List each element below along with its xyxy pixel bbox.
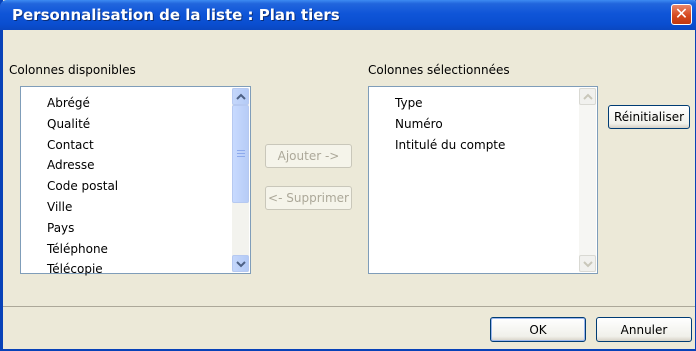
chevron-down-icon: [236, 261, 246, 268]
scroll-down-button[interactable]: [232, 255, 249, 272]
cancel-button[interactable]: Annuler: [596, 317, 692, 342]
scroll-down-button[interactable]: [579, 255, 596, 272]
list-item[interactable]: Numéro: [395, 114, 505, 135]
add-column-button[interactable]: Ajouter ->: [265, 144, 352, 168]
title-bar[interactable]: Personnalisation de la liste : Plan tier…: [0, 0, 696, 30]
selected-columns-label: Colonnes sélectionnées: [368, 63, 510, 77]
footer-divider: [3, 306, 695, 307]
available-scrollbar[interactable]: [232, 88, 249, 272]
remove-column-button[interactable]: <- Supprimer: [265, 186, 352, 210]
chevron-down-icon: [583, 261, 593, 268]
list-item[interactable]: Abrégé: [47, 93, 118, 114]
list-item[interactable]: Code postal: [47, 176, 118, 197]
list-item[interactable]: Contact: [47, 135, 118, 156]
close-icon: ✕: [674, 4, 689, 23]
chevron-up-icon: [236, 93, 246, 100]
selected-scrollbar[interactable]: [579, 88, 596, 272]
list-item[interactable]: Type: [395, 93, 505, 114]
window-title: Personnalisation de la liste : Plan tier…: [12, 6, 340, 24]
list-item[interactable]: Pays: [47, 218, 118, 239]
list-item[interactable]: Ville: [47, 197, 118, 218]
list-item[interactable]: Téléphone: [47, 239, 118, 260]
scroll-up-button[interactable]: [232, 88, 249, 105]
chevron-up-icon: [583, 93, 593, 100]
scroll-thumb[interactable]: [232, 105, 249, 203]
list-item[interactable]: Adresse: [47, 155, 118, 176]
reset-button[interactable]: Réinitialiser: [608, 105, 690, 129]
dialog-window: Personnalisation de la liste : Plan tier…: [0, 0, 696, 351]
available-columns-label: Colonnes disponibles: [9, 63, 136, 77]
selected-columns-list[interactable]: Type Numéro Intitulé du compte: [368, 86, 598, 274]
close-button[interactable]: ✕: [671, 4, 692, 25]
ok-button[interactable]: OK: [490, 317, 586, 342]
list-item[interactable]: Intitulé du compte: [395, 135, 505, 156]
list-item[interactable]: Télécopie: [47, 259, 118, 280]
scroll-up-button[interactable]: [579, 88, 596, 105]
list-item[interactable]: Qualité: [47, 114, 118, 135]
available-columns-list[interactable]: Abrégé Qualité Contact Adresse Code post…: [20, 86, 251, 276]
